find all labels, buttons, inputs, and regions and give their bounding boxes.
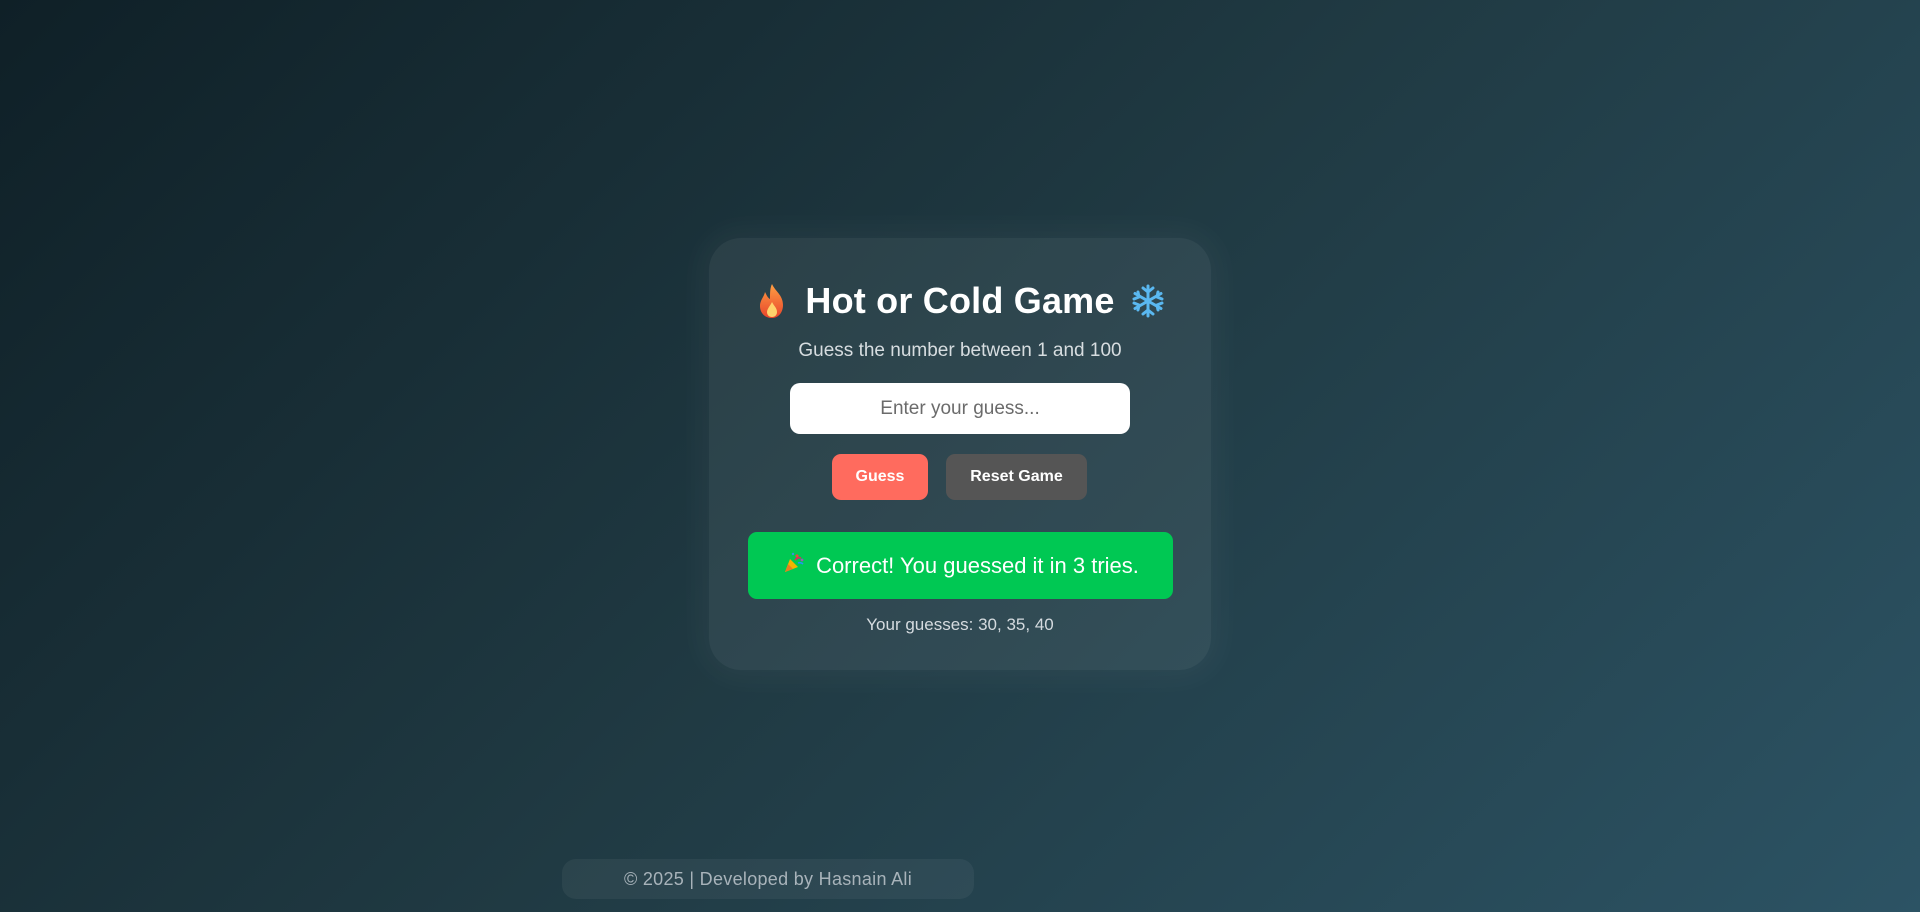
game-instructions: Guess the number between 1 and 100 (798, 340, 1122, 361)
reset-game-button[interactable]: Reset Game (946, 454, 1087, 500)
fire-icon (753, 282, 791, 320)
title-row: Hot or Cold Game (709, 280, 1211, 322)
guess-input[interactable] (790, 383, 1130, 434)
game-card: Hot or Cold Game Guess the number betwee… (709, 238, 1211, 670)
footer-credit: © 2025 | Developed by Hasnain Ali (562, 859, 974, 899)
party-popper-icon (782, 551, 806, 581)
result-message-box: Correct! You guessed it in 3 tries. (748, 532, 1173, 599)
guess-button[interactable]: Guess (832, 454, 928, 500)
guess-history: Your guesses: 30, 35, 40 (866, 615, 1054, 634)
snowflake-icon (1129, 282, 1167, 320)
page-title: Hot or Cold Game (805, 280, 1115, 321)
result-text: Correct! You guessed it in 3 tries. (816, 552, 1139, 578)
